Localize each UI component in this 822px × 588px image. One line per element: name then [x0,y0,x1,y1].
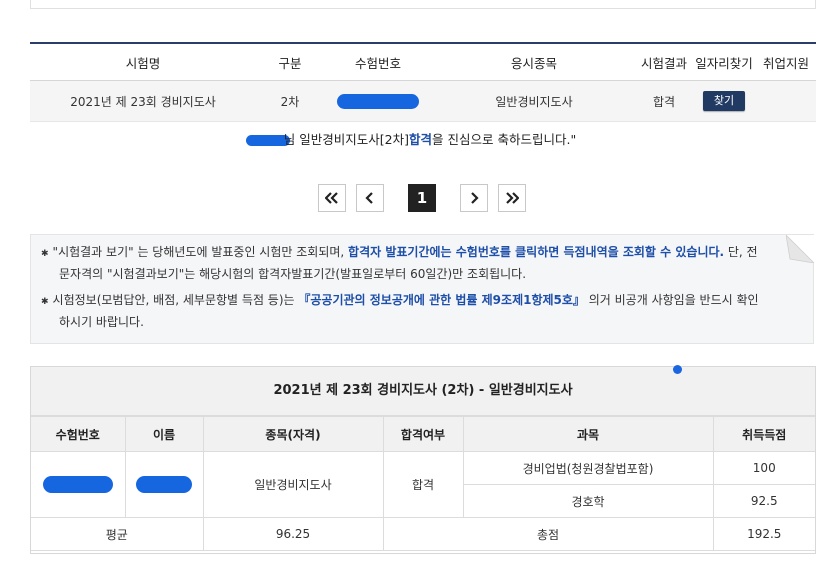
col-qualification: 종목(자격) [202,416,384,452]
col-find-job: 일자리찾기 [692,42,756,81]
last-page-button[interactable] [498,184,526,212]
pagination: 1 [0,184,822,212]
score-header-row: 수험번호 이름 종목(자격) 합격여부 과목 취득득점 [31,416,815,452]
total-value: 192.5 [712,517,815,551]
chevron-right-icon [471,192,479,204]
average-value: 96.25 [202,517,384,551]
redacted-exam-number[interactable] [337,93,419,109]
average-label: 평균 [31,517,204,551]
notice-box: ✱ "시험결과 보기" 는 당해년도에 발표중인 시험만 조회되며, 합격자 발표… [30,234,814,344]
results-table: 시험명 구분 수험번호 응시종목 시험결과 일자리찾기 취업지원 2021년 제… [30,42,816,122]
qualification-cell: 일반경비지도사 [202,451,384,518]
col-pass: 합격여부 [382,416,464,452]
notice-line-4: 하시기 바랍니다. [59,315,144,329]
notice-line-3: ✱ 시험정보(모범답안, 배점, 세부문항별 득점 등)는 『공공기관의 정보공개… [41,289,759,313]
page-1-button[interactable]: 1 [408,184,436,212]
stage-cell: 2차 [256,80,324,122]
congrats-post: 을 진심으로 축하드립니다." [432,132,577,147]
col-name: 이름 [124,416,204,452]
result-cell: 합격 [636,80,692,122]
double-chevron-right-icon [506,192,519,204]
exam-number-cell [31,451,126,518]
notice-highlight-3: 『공공기관의 정보공개에 관한 법률 제9조제1항제5호』 [298,293,585,307]
col-category: 응시종목 [432,42,636,81]
col-result: 시험결과 [636,42,692,81]
score-table: 수험번호 이름 종목(자격) 합격여부 과목 취득득점 일반경비지도사 합격 경… [31,416,815,551]
col-exam-name: 시험명 [30,42,256,81]
summary-row: 평균 96.25 총점 192.5 [31,517,815,551]
name-cell [124,451,204,518]
page-fold-icon [786,235,814,263]
subject-score-cell: 100 [712,451,815,485]
score-title: 2021년 제 23회 경비지도사 (2차) - 일반경비지도사 [31,367,815,416]
redacted-exam-number [42,476,113,493]
notice-text-1a: "시험결과 보기" 는 당해년도에 발표중인 시험만 조회되며, [52,245,349,259]
notice-text-3a: 시험정보(모범답안, 배점, 세부문항별 득점 등)는 [52,293,299,307]
col-exam-number: 수험번호 [324,42,432,81]
table-row: 2021년 제 23회 경비지도사 2차 일반경비지도사 합격 찾기 [30,80,816,122]
bullet-icon: ✱ [41,297,49,307]
chevron-left-icon [365,192,373,204]
double-chevron-left-icon [325,192,338,204]
pass-cell: 합격 [382,451,464,518]
job-support-cell [756,80,816,122]
find-job-button[interactable]: 찾기 [703,91,745,111]
bullet-icon: ✱ [41,249,49,259]
results-header-row: 시험명 구분 수험번호 응시종목 시험결과 일자리찾기 취업지원 [30,42,816,81]
redacted-name [136,476,192,493]
category-cell: 일반경비지도사 [432,80,636,122]
first-page-button[interactable] [318,184,346,212]
subject-cell: 경비업법(청원경찰법포함) [462,451,714,485]
notice-text-3b: 의거 비공개 사항임을 반드시 확인 [584,293,759,307]
congrats-pass: 합격 [409,132,433,147]
name-suffix: 님 [283,132,296,147]
score-detail-panel: 2021년 제 23회 경비지도사 (2차) - 일반경비지도사 수험번호 이름… [30,366,816,554]
prev-page-button[interactable] [356,184,384,212]
col-stage: 구분 [256,42,324,81]
top-panel-edge [30,0,816,9]
col-score: 취득득점 [712,416,815,452]
table-row: 일반경비지도사 합격 경비업법(청원경찰법포함) 100 [31,451,815,518]
notice-line-1: ✱ "시험결과 보기" 는 당해년도에 발표중인 시험만 조회되며, 합격자 발표… [41,241,758,265]
notice-text-1b: 단, 전 [724,245,758,259]
notice-highlight-1: 합격자 발표기간에는 수험번호를 클릭하면 득점내역을 조회할 수 있습니다. [348,245,725,259]
congrats-message: 님 일반경비지도사[2차]합격을 진심으로 축하드립니다." [0,129,822,148]
next-page-button[interactable] [460,184,488,212]
subject-cell: 경호학 [463,484,714,518]
total-label: 총점 [382,517,714,551]
exam-number-cell[interactable] [324,80,432,122]
find-job-cell: 찾기 [692,80,756,122]
blue-dot-marker [673,365,682,374]
exam-name-cell: 2021년 제 23회 경비지도사 [30,80,256,122]
col-job-support: 취업지원 [756,42,816,81]
congrats-pre: 일반경비지도사[2차] [299,132,410,147]
subject-score-cell: 92.5 [712,484,815,518]
notice-line-2: 문자격의 "시험결과보기"는 해당시험의 합격자발표기간(발표일로부터 60일간… [59,267,527,281]
col-exam-number: 수험번호 [31,416,126,452]
col-subject: 과목 [462,416,714,452]
